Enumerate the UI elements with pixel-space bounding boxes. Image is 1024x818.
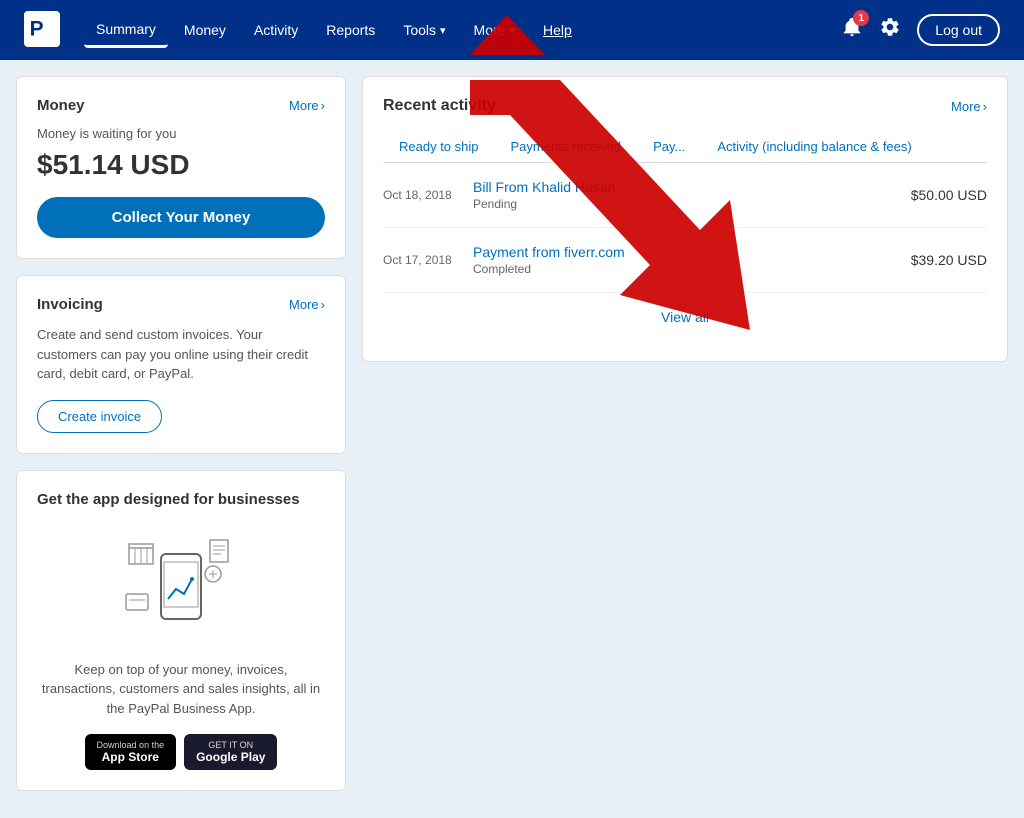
tab-pay[interactable]: Pay... bbox=[637, 131, 701, 162]
notification-button[interactable]: 1 bbox=[841, 16, 863, 44]
main-content: Money More Money is waiting for you $51.… bbox=[0, 60, 1024, 807]
app-card: Get the app designed for businesses bbox=[16, 470, 346, 792]
invoicing-description: Create and send custom invoices. Your cu… bbox=[37, 325, 325, 384]
money-card-more[interactable]: More bbox=[289, 98, 325, 113]
money-amount: $51.14 USD bbox=[37, 149, 325, 181]
invoicing-card-more[interactable]: More bbox=[289, 297, 325, 312]
activity-date-0: Oct 18, 2018 bbox=[383, 188, 473, 202]
money-subtitle: Money is waiting for you bbox=[37, 126, 325, 141]
activity-row-0: Oct 18, 2018 Bill From Khalid Hasan Pend… bbox=[383, 163, 987, 228]
app-stores: Download on the App Store GET IT ON Goog… bbox=[37, 734, 325, 770]
activity-status-1: Completed bbox=[473, 262, 911, 276]
apple-store-top: Download on the bbox=[97, 740, 165, 750]
header-actions: 1 Log out bbox=[841, 14, 1000, 46]
activity-header: Recent activity More bbox=[383, 97, 987, 115]
activity-info-1: Payment from fiverr.com Completed bbox=[473, 244, 911, 276]
app-description: Keep on top of your money, invoices, tra… bbox=[37, 660, 325, 719]
right-column: Recent activity More Ready to ship Payme… bbox=[362, 76, 1008, 791]
nav-tools[interactable]: Tools bbox=[391, 14, 457, 46]
create-invoice-button[interactable]: Create invoice bbox=[37, 400, 162, 433]
main-nav: Summary Money Activity Reports Tools Mor… bbox=[84, 13, 841, 48]
tab-all-activity[interactable]: Activity (including balance & fees) bbox=[701, 131, 987, 162]
nav-summary[interactable]: Summary bbox=[84, 13, 168, 48]
activity-name-1[interactable]: Payment from fiverr.com bbox=[473, 244, 911, 260]
nav-money[interactable]: Money bbox=[172, 14, 238, 46]
google-store-top: GET IT ON bbox=[208, 740, 253, 750]
activity-name-0[interactable]: Bill From Khalid Hasan bbox=[473, 179, 911, 195]
google-play-badge[interactable]: GET IT ON Google Play bbox=[184, 734, 277, 770]
activity-info-0: Bill From Khalid Hasan Pending bbox=[473, 179, 911, 211]
logout-button[interactable]: Log out bbox=[917, 14, 1000, 46]
apple-store-badge[interactable]: Download on the App Store bbox=[85, 734, 177, 770]
money-more-chevron bbox=[321, 98, 325, 113]
activity-more[interactable]: More bbox=[951, 99, 987, 114]
activity-more-chevron bbox=[983, 99, 987, 114]
nav-help[interactable]: Help bbox=[531, 14, 584, 46]
activity-tabs: Ready to ship Payments received Pay... A… bbox=[383, 131, 987, 163]
left-column: Money More Money is waiting for you $51.… bbox=[16, 76, 346, 791]
nav-reports[interactable]: Reports bbox=[314, 14, 387, 46]
activity-amount-1: $39.20 USD bbox=[911, 252, 987, 268]
money-card: Money More Money is waiting for you $51.… bbox=[16, 76, 346, 259]
tab-ready-to-ship[interactable]: Ready to ship bbox=[383, 131, 495, 162]
notification-badge: 1 bbox=[853, 10, 869, 26]
app-illustration bbox=[121, 524, 241, 644]
activity-title: Recent activity bbox=[383, 97, 496, 115]
invoicing-more-chevron bbox=[321, 297, 325, 312]
nav-more[interactable]: More bbox=[462, 14, 527, 46]
logo[interactable]: P bbox=[24, 11, 60, 50]
google-store-main: Google Play bbox=[196, 750, 265, 764]
nav-activity[interactable]: Activity bbox=[242, 14, 310, 46]
activity-row-1: Oct 17, 2018 Payment from fiverr.com Com… bbox=[383, 228, 987, 293]
view-all-link[interactable]: View all bbox=[383, 293, 987, 341]
activity-card: Recent activity More Ready to ship Payme… bbox=[362, 76, 1008, 362]
activity-status-0: Pending bbox=[473, 197, 911, 211]
money-card-title: Money bbox=[37, 97, 85, 114]
svg-text:P: P bbox=[30, 17, 44, 40]
tab-payments-received[interactable]: Payments received bbox=[495, 131, 638, 162]
settings-button[interactable] bbox=[879, 16, 901, 44]
invoicing-card-title: Invoicing bbox=[37, 296, 103, 313]
activity-date-1: Oct 17, 2018 bbox=[383, 253, 473, 267]
apple-store-main: App Store bbox=[102, 750, 159, 764]
money-card-header: Money More bbox=[37, 97, 325, 114]
collect-money-button[interactable]: Collect Your Money bbox=[37, 197, 325, 238]
header: P Summary Money Activity Reports Tools M… bbox=[0, 0, 1024, 60]
invoicing-card-header: Invoicing More bbox=[37, 296, 325, 313]
invoicing-card: Invoicing More Create and send custom in… bbox=[16, 275, 346, 454]
app-card-title: Get the app designed for businesses bbox=[37, 491, 325, 508]
activity-amount-0: $50.00 USD bbox=[911, 187, 987, 203]
